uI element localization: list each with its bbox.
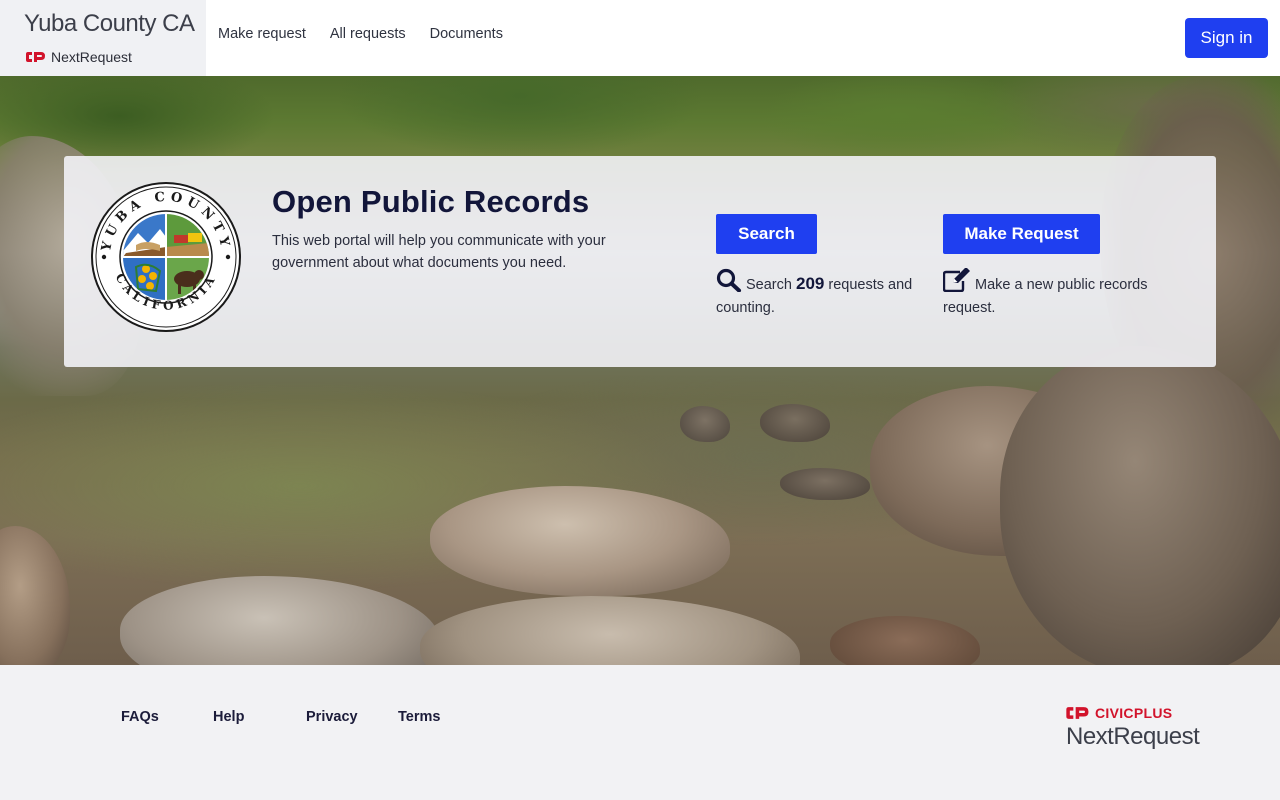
nav-all-requests[interactable]: All requests	[330, 26, 406, 42]
hero-rock	[680, 406, 730, 442]
make-request-button[interactable]: Make Request	[943, 214, 1100, 254]
page-title: Open Public Records	[272, 184, 590, 219]
civicplus-mark-icon	[26, 52, 45, 62]
hero-rock	[760, 404, 830, 442]
page-description: This web portal will help you communicat…	[272, 233, 606, 271]
footer-product-name: NextRequest	[1066, 723, 1200, 750]
welcome-panel: YUBA COUNTY CALIFORNIA Open Public Recor…	[64, 156, 1216, 367]
hero-rock	[830, 616, 980, 665]
county-seal-icon: YUBA COUNTY CALIFORNIA	[91, 182, 241, 332]
hero-rock	[780, 468, 870, 500]
top-header: Yuba County CA NextRequest Make request …	[0, 0, 1280, 76]
nav-documents[interactable]: Documents	[430, 26, 503, 42]
hero-rock	[420, 596, 800, 665]
civicplus-mark-icon	[1066, 707, 1089, 719]
footer-links: FAQs Help Privacy Terms	[121, 709, 440, 725]
make-request-info: Make a new public records request.	[943, 268, 1183, 320]
footer: FAQs Help Privacy Terms CIVICPLUS NextRe…	[0, 665, 1280, 800]
search-info-prefix: Search	[746, 277, 792, 293]
nav-make-request[interactable]: Make request	[218, 26, 306, 42]
main-nav: Make request All requests Documents	[218, 26, 503, 42]
sign-in-button[interactable]: Sign in	[1185, 18, 1268, 58]
footer-link-help[interactable]: Help	[213, 709, 306, 725]
make-request-text: Make a new public records request.	[943, 277, 1148, 316]
search-info: Search 209 requests and counting.	[716, 268, 916, 320]
civicplus-nextrequest-logo[interactable]: CIVICPLUS NextRequest	[1066, 705, 1200, 751]
product-name: NextRequest	[51, 49, 132, 65]
search-icon	[716, 268, 741, 292]
request-count: 209	[795, 274, 825, 293]
org-name[interactable]: Yuba County CA	[24, 10, 195, 38]
civicplus-text: CIVICPLUS	[1095, 705, 1173, 721]
search-button[interactable]: Search	[716, 214, 817, 254]
hero-rock	[1000, 346, 1280, 665]
brand-block[interactable]: Yuba County CA NextRequest	[0, 0, 206, 76]
edit-icon	[943, 268, 970, 292]
nextrequest-logo: NextRequest	[26, 49, 132, 65]
footer-link-faqs[interactable]: FAQs	[121, 709, 213, 725]
civicplus-brand: CIVICPLUS	[1066, 705, 1199, 721]
footer-link-privacy[interactable]: Privacy	[306, 709, 398, 725]
footer-link-terms[interactable]: Terms	[398, 709, 440, 725]
